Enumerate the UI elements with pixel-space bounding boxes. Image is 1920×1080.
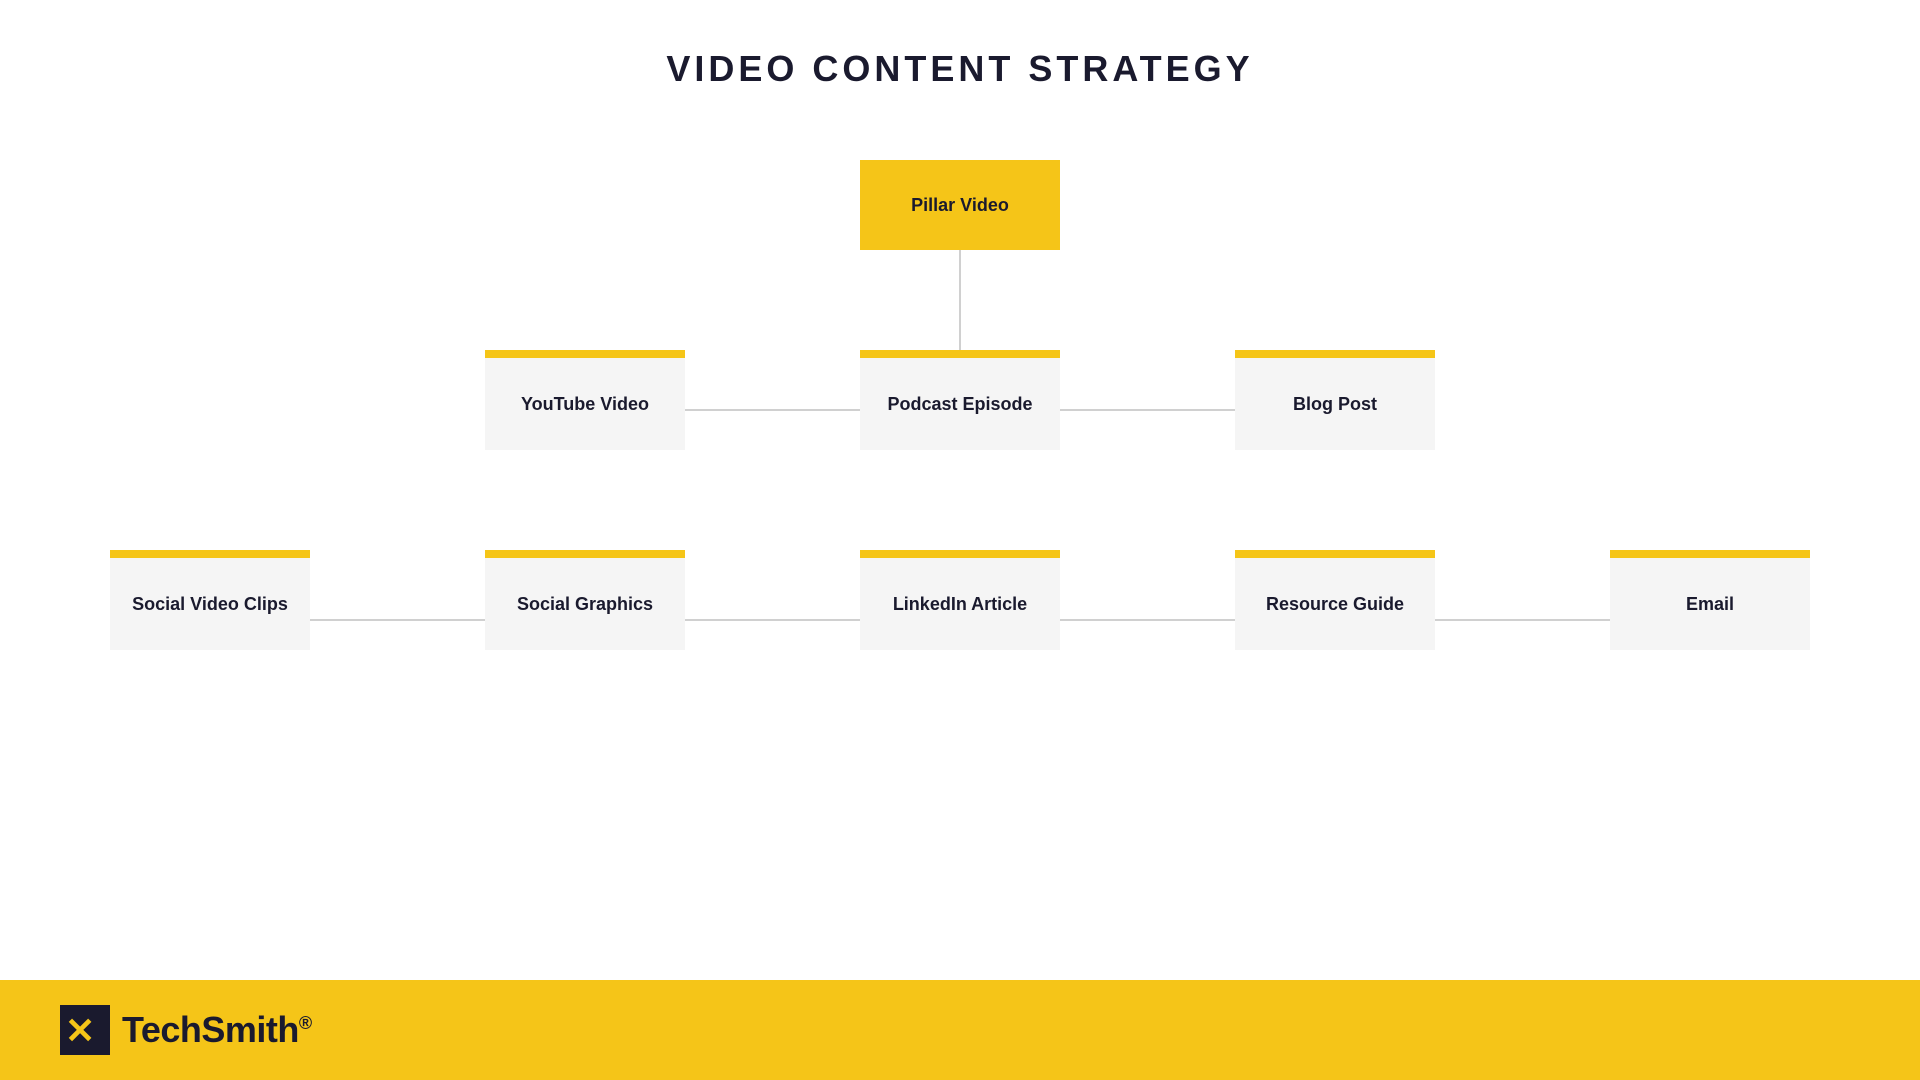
- node-youtube: YouTube Video: [485, 350, 685, 450]
- diagram-area: Pillar Video YouTube Video Podcast Episo…: [0, 130, 1920, 980]
- node-blog: Blog Post: [1235, 350, 1435, 450]
- node-email: Email: [1610, 550, 1810, 650]
- svg-text:✕: ✕: [65, 1010, 95, 1051]
- bottom-bar: ✕ TechSmith®: [0, 980, 1920, 1080]
- node-linkedin: LinkedIn Article: [860, 550, 1060, 650]
- node-resource: Resource Guide: [1235, 550, 1435, 650]
- node-social-graphics: Social Graphics: [485, 550, 685, 650]
- techsmith-logo-icon: ✕: [60, 1005, 110, 1055]
- logo-text: TechSmith®: [122, 1009, 312, 1051]
- node-social-video: Social Video Clips: [110, 550, 310, 650]
- logo-container: ✕ TechSmith®: [60, 1005, 312, 1055]
- node-pillar: Pillar Video: [860, 160, 1060, 250]
- page-title: VIDEO CONTENT STRATEGY: [0, 0, 1920, 90]
- node-podcast: Podcast Episode: [860, 350, 1060, 450]
